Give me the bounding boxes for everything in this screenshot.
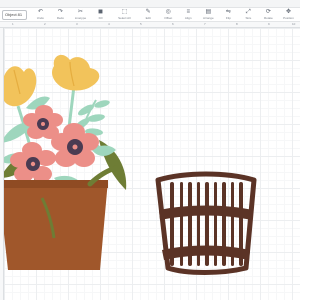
yellow-tulip [52, 54, 100, 91]
design-canvas[interactable] [4, 28, 300, 300]
yellow-tulip [4, 66, 37, 107]
select-all-icon: ⬚ [121, 8, 128, 15]
linetype-button[interactable]: ✂ Linetype [72, 9, 89, 21]
flip-button[interactable]: ⇋ Flip [220, 9, 237, 21]
ruler-tick: 1 [12, 22, 14, 26]
pink-flower [10, 142, 56, 182]
layer-name-select[interactable]: Object 81 [2, 9, 27, 20]
rotate-icon: ⟳ [265, 8, 271, 15]
offset-icon: ◎ [165, 8, 171, 15]
edit-button[interactable]: ✎ Edit [140, 9, 157, 21]
ruler-tick: 10 [292, 22, 296, 26]
pink-flower [23, 105, 63, 139]
linetype-icon: ✂ [77, 8, 83, 15]
ruler-tick: 4 [108, 22, 110, 26]
redo-icon: ↷ [57, 8, 63, 15]
align-button[interactable]: ≡ Align [180, 9, 197, 21]
slatted-basket-design[interactable] [155, 171, 257, 275]
ruler-tick: 7 [204, 22, 206, 26]
undo-icon: ↶ [37, 8, 43, 15]
ruler-tick: 6 [172, 22, 174, 26]
arrange-icon: ▤ [205, 8, 212, 15]
flip-icon: ⇋ [225, 8, 231, 15]
ruler-tick: 5 [140, 22, 142, 26]
position-icon: ✥ [285, 8, 291, 15]
rotate-button[interactable]: ⟳ Rotate [260, 9, 277, 21]
terracotta-pot [4, 165, 119, 270]
offset-button[interactable]: ◎ Offset [160, 9, 177, 21]
size-icon: ⤢ [245, 8, 251, 15]
size-button[interactable]: ⤢ Size [240, 9, 257, 21]
canvas-artwork [4, 54, 257, 275]
select-all-button[interactable]: ⬚ Select All [112, 9, 137, 21]
undo-button[interactable]: ↶ Undo [32, 9, 49, 21]
title-bar [0, 0, 300, 8]
redo-button[interactable]: ↷ Redo [52, 9, 69, 21]
fill-icon: ◼ [98, 8, 103, 15]
ruler-tick: 9 [268, 22, 270, 26]
align-icon: ≡ [186, 8, 191, 15]
position-button[interactable]: ✥ Position [280, 9, 297, 21]
edit-toolbar: Object 81 ↶ Undo ↷ Redo ✂ Linetype ◼ Fil… [0, 8, 300, 22]
ruler-tick: 2 [44, 22, 46, 26]
arrange-button[interactable]: ▤ Arrange [200, 9, 217, 21]
fill-button[interactable]: ◼ Fill [92, 9, 109, 21]
ruler-tick: 8 [236, 22, 238, 26]
flower-pot-design[interactable] [4, 54, 127, 270]
edit-icon: ✎ [145, 8, 151, 15]
ruler-tick: 3 [76, 22, 78, 26]
